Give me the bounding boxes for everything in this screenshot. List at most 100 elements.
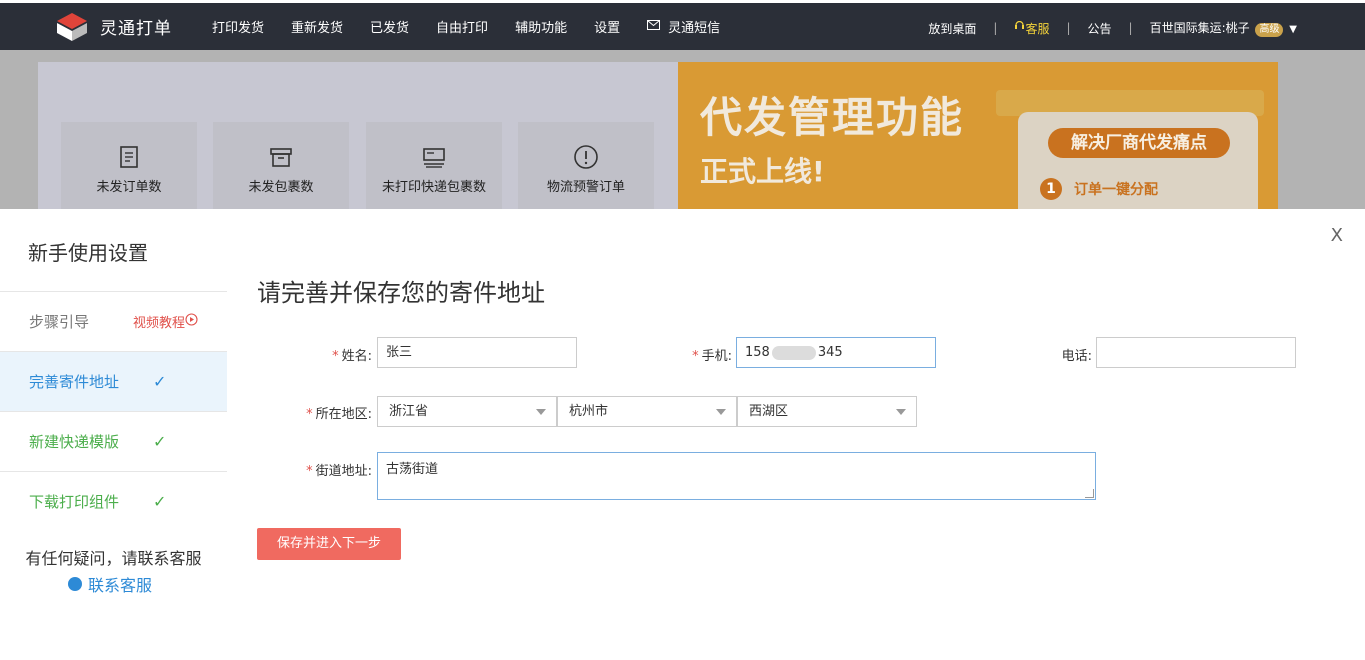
contact-service-link[interactable]: 联系客服 bbox=[68, 572, 152, 596]
account-name: 百世国际集运:桃子 bbox=[1149, 21, 1250, 35]
province-select[interactable]: 浙江省 bbox=[377, 396, 557, 427]
step-template-label: 新建快递模版 bbox=[29, 433, 120, 451]
modal-title: 新手使用设置 bbox=[28, 241, 148, 265]
mobile-suffix: 345 bbox=[817, 345, 843, 360]
steps-sidebar: 新手使用设置 步骤引导 视频教程 完善寄件地址 ✓ 新建快递模版 ✓ 下载打印组… bbox=[0, 209, 227, 660]
name-label-text: 姓名: bbox=[341, 349, 372, 364]
add-to-desktop-link[interactable]: 放到桌面 bbox=[928, 20, 976, 37]
city-value: 杭州市 bbox=[569, 404, 609, 419]
close-button[interactable]: X bbox=[1331, 225, 1343, 246]
warning-circle-icon bbox=[573, 144, 599, 170]
customer-service-link[interactable]: 客服 bbox=[1014, 20, 1049, 37]
app-name: 灵通打单 bbox=[100, 19, 172, 39]
dropdown-arrow-icon bbox=[896, 409, 906, 415]
video-tutorial-label: 视频教程 bbox=[133, 316, 186, 331]
step-address[interactable]: 完善寄件地址 ✓ bbox=[0, 351, 227, 411]
save-next-button[interactable]: 保存并进入下一步 bbox=[257, 528, 401, 560]
archive-box-icon bbox=[268, 144, 294, 170]
contact-service-label: 联系客服 bbox=[88, 576, 153, 595]
nav-settings[interactable]: 设置 bbox=[594, 17, 620, 36]
required-mark: * bbox=[306, 407, 313, 422]
divider: | bbox=[1066, 21, 1071, 35]
mobile-prefix: 158 bbox=[745, 345, 770, 360]
video-tutorial-link[interactable]: 视频教程 bbox=[133, 312, 198, 331]
stat-label: 未发包裹数 bbox=[248, 180, 314, 195]
step-guide: 步骤引导 视频教程 bbox=[0, 291, 227, 351]
account-level-badge: 高级 bbox=[1255, 23, 1284, 37]
nav-shipped[interactable]: 已发货 bbox=[370, 17, 409, 36]
step-template[interactable]: 新建快递模版 ✓ bbox=[0, 411, 227, 471]
top-navbar: 灵通打单 打印发货 重新发货 已发货 自由打印 辅助功能 设置 灵通短信 放到桌… bbox=[0, 0, 1365, 50]
service-label: 客服 bbox=[1025, 21, 1050, 36]
printer-icon bbox=[421, 144, 447, 170]
caret-down-icon: ▼ bbox=[1289, 24, 1297, 35]
stat-card-logistics-warning[interactable]: 物流预警订单 bbox=[518, 122, 654, 212]
stat-card-unprinted-packages[interactable]: 未打印快递包裹数 bbox=[366, 122, 502, 212]
check-icon: ✓ bbox=[153, 492, 167, 511]
telephone-input[interactable] bbox=[1096, 337, 1296, 368]
telephone-label: 电话: bbox=[1061, 349, 1092, 364]
mobile-label: * 手机: bbox=[680, 345, 732, 364]
district-value: 西湖区 bbox=[749, 404, 789, 419]
district-select[interactable]: 西湖区 bbox=[737, 396, 917, 427]
region-label: * 所在地区: bbox=[290, 403, 372, 422]
masked-digits bbox=[771, 345, 816, 360]
name-value: 张三 bbox=[386, 345, 413, 360]
check-icon: ✓ bbox=[153, 372, 167, 391]
province-value: 浙江省 bbox=[389, 404, 429, 419]
dropdown-arrow-icon bbox=[716, 409, 726, 415]
onboarding-modal: X 新手使用设置 步骤引导 视频教程 完善寄件地址 ✓ 新建快递模版 ✓ 下载打… bbox=[0, 209, 1365, 660]
step-component-label: 下载打印组件 bbox=[29, 493, 120, 511]
stat-card-unshipped-orders[interactable]: 未发订单数 bbox=[61, 122, 197, 212]
nav-reship[interactable]: 重新发货 bbox=[291, 17, 343, 36]
step-guide-label: 步骤引导 bbox=[29, 313, 90, 331]
play-circle-icon bbox=[185, 313, 198, 330]
app-logo[interactable]: 灵通打单 bbox=[54, 11, 212, 43]
street-value: 古荡街道 bbox=[386, 462, 439, 477]
nav-print-ship[interactable]: 打印发货 bbox=[212, 17, 264, 36]
banner-subline: 正式上线! bbox=[700, 155, 825, 188]
street-label-text: 街道地址: bbox=[315, 464, 372, 479]
banner-headline: 代发管理功能 bbox=[700, 93, 965, 142]
required-mark: * bbox=[306, 464, 313, 479]
nav-sms[interactable]: 灵通短信 bbox=[647, 17, 720, 36]
service-icon bbox=[1014, 20, 1025, 35]
top-right-nav: 放到桌面 | 客服 | 公告 | 百世国际集运:桃子 高级 ▼ bbox=[928, 3, 1297, 53]
form-title: 请完善并保存您的寄件地址 bbox=[257, 279, 545, 307]
step-address-label: 完善寄件地址 bbox=[29, 373, 120, 391]
help-text: 有任何疑问，请联系客服 bbox=[25, 549, 202, 568]
step-component[interactable]: 下载打印组件 ✓ bbox=[0, 471, 227, 531]
banner-point: 1 订单一键分配 bbox=[1040, 178, 1158, 200]
street-textarea[interactable]: 古荡街道 bbox=[377, 452, 1096, 500]
required-mark: * bbox=[692, 349, 699, 364]
logo-icon bbox=[54, 11, 90, 43]
city-select[interactable]: 杭州市 bbox=[557, 396, 737, 427]
name-input[interactable]: 张三 bbox=[377, 337, 577, 368]
document-icon bbox=[116, 144, 142, 170]
resize-grip-icon[interactable] bbox=[1085, 489, 1094, 498]
qq-icon bbox=[68, 577, 82, 591]
banner-point-text: 订单一键分配 bbox=[1074, 182, 1158, 198]
check-icon: ✓ bbox=[153, 432, 167, 451]
banner-pill: 解决厂商代发痛点 bbox=[1048, 128, 1230, 158]
required-mark: * bbox=[332, 349, 339, 364]
banner-point-number: 1 bbox=[1040, 178, 1062, 200]
street-label: * 街道地址: bbox=[290, 460, 372, 479]
mobile-label-text: 手机: bbox=[701, 349, 732, 364]
divider: | bbox=[993, 21, 998, 35]
promo-banner[interactable]: 代发管理功能 正式上线! 解决厂商代发痛点 1 订单一键分配 bbox=[678, 62, 1278, 209]
account-menu[interactable]: 百世国际集运:桃子 高级 ▼ bbox=[1150, 19, 1297, 37]
nav-free-print[interactable]: 自由打印 bbox=[436, 17, 488, 36]
stat-label: 未发订单数 bbox=[96, 180, 162, 195]
main-nav: 打印发货 重新发货 已发货 自由打印 辅助功能 设置 灵通短信 bbox=[212, 2, 747, 52]
notice-link[interactable]: 公告 bbox=[1088, 20, 1112, 37]
nav-sms-label: 灵通短信 bbox=[668, 21, 721, 36]
dropdown-arrow-icon bbox=[536, 409, 546, 415]
divider: | bbox=[1128, 21, 1133, 35]
stat-label: 物流预警订单 bbox=[546, 180, 625, 195]
stat-label: 未打印快递包裹数 bbox=[381, 180, 486, 195]
stat-card-unshipped-packages[interactable]: 未发包裹数 bbox=[213, 122, 349, 212]
mobile-input[interactable]: 158 345 bbox=[736, 337, 936, 368]
region-label-text: 所在地区: bbox=[315, 407, 372, 422]
nav-tools[interactable]: 辅助功能 bbox=[515, 17, 567, 36]
